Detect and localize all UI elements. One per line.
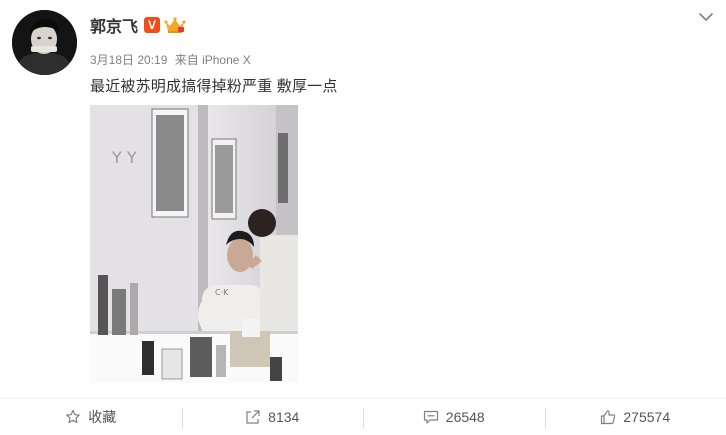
post-text: 最近被苏明成搞得掉粉严重 敷厚一点 [90, 78, 338, 95]
author-row: 郭京飞 V [90, 14, 186, 36]
chevron-down-icon[interactable] [698, 12, 714, 22]
verified-icon: V [144, 17, 161, 33]
comment-count: 26548 [445, 409, 485, 425]
comment-icon [423, 410, 438, 424]
post-meta: 3月18日 20:19 来自 iPhone X [90, 51, 251, 68]
author-name[interactable]: 郭京飞 [90, 13, 138, 37]
post-source[interactable]: 来自 iPhone X [175, 53, 251, 67]
share-icon [246, 410, 260, 424]
avatar-image [12, 10, 77, 75]
svg-text:Y Y: Y Y [111, 148, 137, 167]
comment-button[interactable]: 26548 [363, 399, 545, 435]
thumbs-up-icon [601, 410, 616, 425]
like-count: 275574 [623, 409, 671, 425]
crown-icon[interactable] [164, 16, 186, 34]
like-button[interactable]: 275574 [544, 399, 726, 435]
repost-count: 8134 [268, 409, 300, 425]
repost-button[interactable]: 8134 [181, 399, 364, 435]
star-icon [66, 409, 81, 424]
post-photo[interactable]: Y Y C·K [90, 105, 298, 383]
photo-image: Y Y C·K [90, 105, 298, 383]
action-bar: 收藏 8134 26548 275574 [0, 398, 726, 435]
weibo-post-card: 郭京飞 V 3月18日 20:19 来自 iPhone X 最近被苏明成搞得掉粉… [0, 0, 726, 435]
favorite-label: 收藏 [88, 409, 117, 425]
post-date[interactable]: 3月18日 20:19 [90, 53, 167, 67]
avatar[interactable] [12, 10, 77, 75]
svg-text:C·K: C·K [215, 288, 229, 297]
favorite-button[interactable]: 收藏 [0, 399, 182, 435]
